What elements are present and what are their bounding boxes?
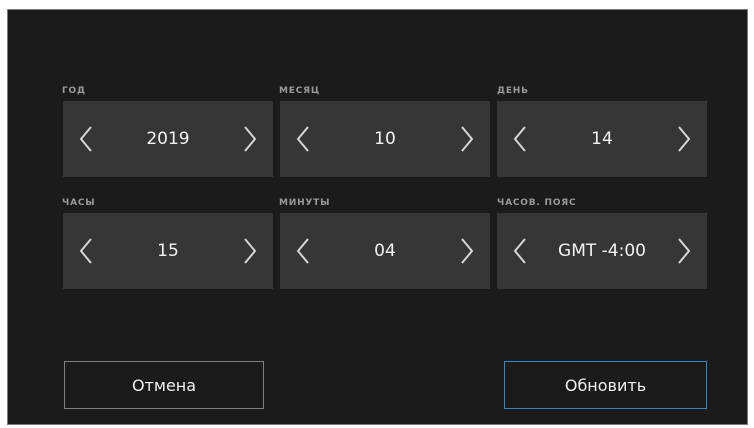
- timezone-increment-button[interactable]: [661, 213, 707, 289]
- chevron-right-icon: [678, 126, 691, 152]
- minutes-label: МИНУТЫ: [279, 198, 331, 208]
- year-increment-button[interactable]: [227, 101, 273, 177]
- minutes-stepper: 04: [280, 213, 490, 289]
- chevron-left-icon: [513, 238, 526, 264]
- minutes-decrement-button[interactable]: [280, 213, 326, 289]
- year-value: 2019: [146, 129, 190, 149]
- timezone-value: GMT -4:00: [558, 241, 646, 261]
- day-value: 14: [591, 129, 613, 149]
- date-time-settings-panel: ГОД 2019 МЕСЯЦ 10 ДЕНЬ 14 ЧАСЫ 15 МИНУТЫ…: [7, 9, 748, 425]
- year-decrement-button[interactable]: [63, 101, 109, 177]
- hours-decrement-button[interactable]: [63, 213, 109, 289]
- hours-increment-button[interactable]: [227, 213, 273, 289]
- cancel-button[interactable]: Отмена: [64, 361, 264, 409]
- year-label: ГОД: [62, 86, 86, 96]
- chevron-left-icon: [296, 238, 309, 264]
- timezone-decrement-button[interactable]: [497, 213, 543, 289]
- day-decrement-button[interactable]: [497, 101, 543, 177]
- chevron-right-icon: [461, 238, 474, 264]
- year-stepper: 2019: [63, 101, 273, 177]
- timezone-label: ЧАСОВ. ПОЯС: [497, 198, 577, 208]
- hours-stepper: 15: [63, 213, 273, 289]
- timezone-stepper: GMT -4:00: [497, 213, 707, 289]
- chevron-right-icon: [244, 126, 257, 152]
- chevron-right-icon: [461, 126, 474, 152]
- minutes-increment-button[interactable]: [444, 213, 490, 289]
- chevron-right-icon: [244, 238, 257, 264]
- month-value: 10: [374, 129, 396, 149]
- day-stepper: 14: [497, 101, 707, 177]
- hours-value: 15: [157, 241, 179, 261]
- chevron-left-icon: [513, 126, 526, 152]
- month-increment-button[interactable]: [444, 101, 490, 177]
- chevron-right-icon: [678, 238, 691, 264]
- month-stepper: 10: [280, 101, 490, 177]
- month-decrement-button[interactable]: [280, 101, 326, 177]
- chevron-left-icon: [79, 238, 92, 264]
- chevron-left-icon: [296, 126, 309, 152]
- minutes-value: 04: [374, 241, 396, 261]
- month-label: МЕСЯЦ: [279, 86, 320, 96]
- day-label: ДЕНЬ: [497, 86, 529, 96]
- hours-label: ЧАСЫ: [62, 198, 96, 208]
- day-increment-button[interactable]: [661, 101, 707, 177]
- chevron-left-icon: [79, 126, 92, 152]
- update-button[interactable]: Обновить: [504, 361, 707, 409]
